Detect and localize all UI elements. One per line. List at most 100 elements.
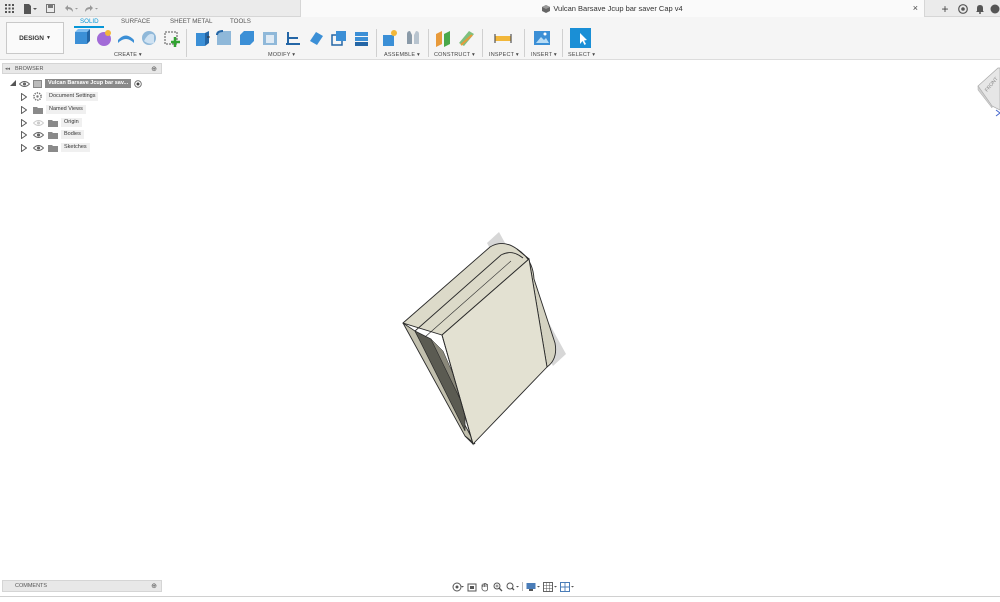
workspace-switcher-button[interactable]: DESIGN ▼: [6, 22, 64, 54]
job-status-icon[interactable]: [957, 3, 969, 14]
caret-down-icon: ▼: [45, 35, 51, 41]
browser-panel: ◂◂ BROWSER ⊕ Vulcan Barsave Jcup bar sav…: [2, 62, 162, 154]
apps-grid-icon[interactable]: [4, 3, 15, 14]
tab-sheet-metal[interactable]: SHEET METAL: [170, 18, 212, 25]
zoom-window-icon[interactable]: [506, 582, 519, 592]
visibility-eye-icon[interactable]: [33, 131, 44, 139]
shell-icon[interactable]: [261, 29, 279, 47]
orbit-icon[interactable]: [452, 582, 464, 592]
tree-root-row[interactable]: Vulcan Barsave Jcup bar sav...: [10, 78, 142, 89]
undo-icon[interactable]: [63, 3, 79, 14]
expand-triangle-icon[interactable]: [21, 105, 27, 114]
toolbar-separator: [482, 29, 483, 57]
draft-icon[interactable]: [284, 29, 302, 47]
viewports-icon[interactable]: [560, 581, 574, 592]
display-settings-icon[interactable]: [526, 582, 540, 592]
tree-item-bodies[interactable]: Bodies: [21, 129, 84, 140]
create-form-icon[interactable]: [95, 29, 113, 47]
tree-item-origin[interactable]: Origin: [21, 117, 82, 128]
tab-surface[interactable]: SURFACE: [121, 18, 150, 25]
insert-image-icon[interactable]: [533, 29, 551, 47]
viewcube-axis-icon: [995, 109, 1000, 117]
browser-header[interactable]: ◂◂ BROWSER ⊕: [2, 63, 162, 74]
create-sketch-icon[interactable]: [163, 29, 181, 47]
pin-icon[interactable]: ⊕: [151, 65, 157, 73]
redo-icon[interactable]: [83, 3, 99, 14]
pan-hand-icon[interactable]: [480, 582, 490, 592]
zoom-icon[interactable]: [493, 582, 503, 592]
plane-at-angle-icon[interactable]: [457, 29, 475, 47]
title-bar: Vulcan Barsave Jcup bar saver Cap v4 × +: [0, 0, 1000, 17]
expand-triangle-icon[interactable]: [21, 143, 27, 152]
model-body[interactable]: [395, 225, 575, 450]
chamfer-icon[interactable]: [238, 29, 256, 47]
bottom-divider: [0, 596, 1000, 597]
folder-icon: [48, 131, 58, 139]
notifications-icon[interactable]: [974, 3, 986, 14]
browser-header-label: BROWSER: [15, 65, 44, 72]
workspace-label: DESIGN: [19, 34, 44, 42]
press-pull-icon[interactable]: [193, 29, 211, 47]
measure-icon[interactable]: [494, 29, 512, 47]
add-comment-icon[interactable]: ⊕: [151, 582, 157, 590]
offset-plane-icon[interactable]: [434, 29, 452, 47]
help-icon[interactable]: [990, 3, 1000, 14]
toolbar-separator: [524, 29, 525, 57]
tree-item-label: Origin: [61, 118, 82, 127]
expand-triangle-icon[interactable]: [10, 79, 16, 88]
document-tab[interactable]: Vulcan Barsave Jcup bar saver Cap v4 ×: [300, 0, 925, 17]
tree-root-label: Vulcan Barsave Jcup bar sav...: [45, 79, 132, 88]
collapse-panel-icon[interactable]: ◂◂: [5, 66, 10, 72]
tab-solid[interactable]: SOLID: [80, 18, 99, 25]
ribbon-toolbar: DESIGN ▼ SOLID SURFACE SHEET METAL TOOLS…: [0, 17, 1000, 60]
tree-item-label: Document Settings: [46, 92, 99, 101]
visibility-eye-hidden-icon[interactable]: [33, 119, 44, 127]
toolbar-separator: [562, 29, 563, 57]
toolbar-separator: [186, 29, 187, 57]
visibility-eye-icon[interactable]: [19, 80, 30, 88]
folder-icon: [48, 144, 58, 152]
close-tab-icon[interactable]: ×: [913, 3, 918, 13]
new-component-icon[interactable]: [72, 29, 90, 47]
file-menu-icon[interactable]: [22, 3, 38, 14]
group-label-modify[interactable]: MODIFY ▾: [268, 52, 295, 58]
joint-icon[interactable]: [404, 29, 422, 47]
folder-icon: [48, 119, 58, 127]
tree-item-document-settings[interactable]: Document Settings: [21, 91, 99, 102]
tab-tools[interactable]: TOOLS: [230, 18, 251, 25]
group-label-insert[interactable]: INSERT ▾: [531, 52, 557, 58]
tree-item-label: Bodies: [61, 130, 84, 139]
viewcube[interactable]: FRONT: [970, 64, 1000, 124]
toolbar-separator: [376, 29, 377, 57]
new-tab-icon[interactable]: +: [938, 2, 952, 16]
replace-face-icon[interactable]: [353, 29, 371, 47]
combine-icon[interactable]: [330, 29, 348, 47]
extrude-icon[interactable]: [117, 29, 135, 47]
scale-icon[interactable]: [307, 29, 325, 47]
expand-triangle-icon[interactable]: [21, 118, 27, 127]
group-label-inspect[interactable]: INSPECT ▾: [489, 52, 519, 58]
navigation-bar: [452, 580, 580, 593]
group-label-create[interactable]: CREATE ▾: [114, 52, 142, 58]
navbar-separator: [522, 582, 523, 591]
activate-radio-icon[interactable]: [134, 79, 142, 88]
new-component-assemble-icon[interactable]: [381, 29, 399, 47]
select-tool-icon[interactable]: [570, 28, 591, 48]
visibility-eye-icon[interactable]: [33, 144, 44, 152]
expand-triangle-icon[interactable]: [21, 130, 27, 139]
save-icon[interactable]: [45, 3, 56, 14]
fillet-icon[interactable]: [215, 29, 233, 47]
group-label-select[interactable]: SELECT ▾: [568, 52, 595, 58]
tree-item-sketches[interactable]: Sketches: [21, 142, 90, 153]
revolve-icon[interactable]: [140, 29, 158, 47]
active-tab-indicator: [74, 26, 104, 28]
group-label-assemble[interactable]: ASSEMBLE ▾: [384, 52, 420, 58]
tree-item-named-views[interactable]: Named Views: [21, 104, 86, 115]
group-label-construct[interactable]: CONSTRUCT ▾: [434, 52, 475, 58]
comments-panel[interactable]: COMMENTS ⊕: [2, 580, 162, 592]
grid-snaps-icon[interactable]: [543, 581, 557, 592]
look-at-icon[interactable]: [467, 582, 477, 592]
expand-triangle-icon[interactable]: [21, 92, 27, 101]
toolbar-separator: [428, 29, 429, 57]
folder-icon: [33, 106, 43, 114]
